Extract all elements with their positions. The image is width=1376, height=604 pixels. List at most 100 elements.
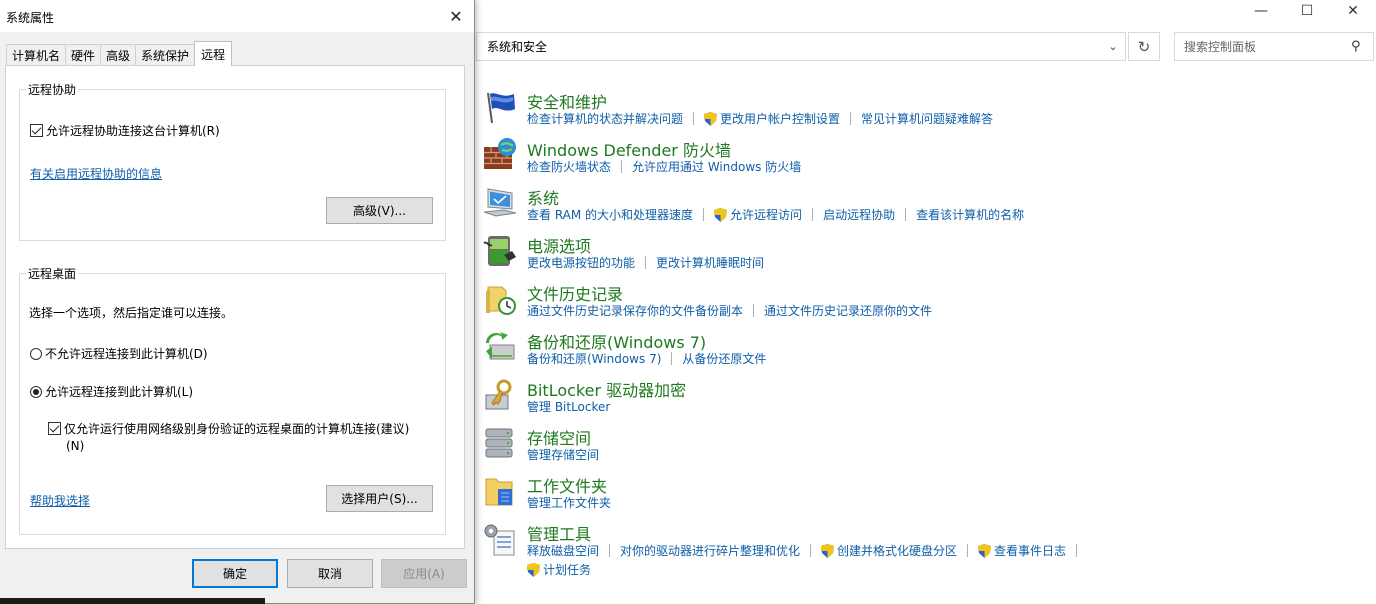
category-links: 管理工作文件夹 <box>527 494 611 511</box>
tab-strip: 计算机名 硬件 高级 系统保护 远程 <box>6 41 233 66</box>
minimize-button[interactable]: — <box>1238 0 1284 22</box>
tab-computer-name[interactable]: 计算机名 <box>6 44 67 66</box>
instruction-text: 选择一个选项，然后指定谁可以连接。 <box>29 306 234 320</box>
refresh-icon: ↻ <box>1137 37 1151 56</box>
chevron-down-icon[interactable]: ⌄ <box>1101 40 1125 53</box>
select-users-button[interactable]: 选择用户(S)... <box>326 485 433 512</box>
maximize-button[interactable]: ☐ <box>1284 0 1330 22</box>
link-view-computer-name[interactable]: 查看该计算机的名称 <box>916 206 1024 223</box>
computer-icon <box>483 188 517 217</box>
link-manage-work-folders[interactable]: 管理工作文件夹 <box>527 494 611 511</box>
radio-unselected[interactable] <box>30 348 42 360</box>
separator <box>671 352 673 365</box>
separator <box>850 112 852 125</box>
dialog-titlebar: 系统属性 ✕ <box>0 0 474 32</box>
link-sleep-time[interactable]: 更改计算机睡眠时间 <box>656 254 764 271</box>
advanced-button[interactable]: 高级(V)... <box>326 197 433 224</box>
link-allow-app-firewall[interactable]: 允许应用通过 Windows 防火墙 <box>632 158 801 175</box>
category-file-history: 文件历史记录 通过文件历史记录保存你的文件备份副本 通过文件历史记录还原你的文件 <box>482 281 1082 327</box>
link-free-disk-space[interactable]: 释放磁盘空间 <box>527 542 599 559</box>
category-links: 管理存储空间 <box>527 446 599 463</box>
tab-advanced[interactable]: 高级 <box>100 44 137 66</box>
taskbar-edge <box>0 598 265 604</box>
flag-icon <box>487 92 515 124</box>
group-label: 远程桌面 <box>26 265 79 282</box>
link-launch-remote-assistance[interactable]: 启动远程协助 <box>823 206 895 223</box>
link-backup-restore[interactable]: 备份和还原(Windows 7) <box>527 350 661 367</box>
link-check-status[interactable]: 检查计算机的状态并解决问题 <box>527 110 683 127</box>
radio-selected[interactable] <box>30 386 42 398</box>
group-label: 远程协助 <box>26 81 79 98</box>
category-firewall: Windows Defender 防火墙 检查防火墙状态 允许应用通过 Wind… <box>482 137 1082 183</box>
search-icon[interactable]: ⚲ <box>1351 39 1373 54</box>
allow-remote-assistance-checkbox[interactable]: 允许远程协助连接这台计算机(R) <box>30 122 220 139</box>
category-admin-tools: 管理工具 释放磁盘空间 对你的驱动器进行碎片整理和优化 创建并格式化硬盘分区 查… <box>482 521 1122 585</box>
link-firewall-status[interactable]: 检查防火墙状态 <box>527 158 611 175</box>
category-links: 查看 RAM 的大小和处理器速度 允许远程访问 启动远程协助 查看该计算机的名称 <box>527 206 1024 223</box>
checkbox-checked[interactable] <box>30 124 43 137</box>
separator <box>812 208 814 221</box>
separator <box>810 544 812 557</box>
close-icon[interactable]: ✕ <box>444 4 468 28</box>
battery-icon <box>483 236 516 266</box>
link-manage-storage-spaces[interactable]: 管理存储空间 <box>527 446 599 463</box>
separator <box>1076 544 1078 557</box>
separator <box>967 544 969 557</box>
backup-icon <box>486 332 515 360</box>
category-links: 更改电源按钮的功能 更改计算机睡眠时间 <box>527 254 764 271</box>
link-troubleshoot[interactable]: 常见计算机问题疑难解答 <box>861 110 993 127</box>
remote-assistance-group: 远程协助 允许远程协助连接这台计算机(R) 有关启用远程协助的信息 高级(V).… <box>19 81 446 241</box>
category-power: 电源选项 更改电源按钮的功能 更改计算机睡眠时间 <box>482 233 1082 279</box>
link-view-ram-cpu[interactable]: 查看 RAM 的大小和处理器速度 <box>527 206 693 223</box>
link-defragment[interactable]: 对你的驱动器进行碎片整理和优化 <box>620 542 800 559</box>
close-window-button[interactable]: ✕ <box>1330 0 1376 22</box>
tab-hardware[interactable]: 硬件 <box>65 44 102 66</box>
category-backup-restore: 备份和还原(Windows 7) 备份和还原(Windows 7) 从备份还原文… <box>482 329 1082 375</box>
refresh-button[interactable]: ↻ <box>1128 32 1160 61</box>
caption-buttons: — ☐ ✕ <box>1238 0 1376 22</box>
separator <box>693 112 695 125</box>
address-bar[interactable]: 系统和安全 ⌄ <box>476 32 1126 61</box>
radio-deny-remote[interactable]: 不允许远程连接到此计算机(D) <box>30 345 208 362</box>
link-save-backup[interactable]: 通过文件历史记录保存你的文件备份副本 <box>527 302 743 319</box>
ok-button[interactable]: 确定 <box>192 559 278 588</box>
search-input[interactable]: 搜索控制面板 ⚲ <box>1174 32 1374 61</box>
apply-button[interactable]: 应用(A) <box>381 559 467 588</box>
nla-checkbox[interactable]: 仅允许运行使用网络级别身份验证的远程桌面的计算机连接(建议) (N) <box>48 421 409 455</box>
category-links: 释放磁盘空间 对你的驱动器进行碎片整理和优化 创建并格式化硬盘分区 查看事件日志 <box>527 542 1087 559</box>
tab-system-protection[interactable]: 系统保护 <box>135 44 196 66</box>
remote-tab-panel: 远程协助 允许远程协助连接这台计算机(R) 有关启用远程协助的信息 高级(V).… <box>5 65 465 549</box>
uac-shield-icon <box>714 207 728 222</box>
link-allow-remote-access[interactable]: 允许远程访问 <box>730 206 802 223</box>
link-schedule-tasks[interactable]: 计划任务 <box>543 561 591 578</box>
link-uac-settings[interactable]: 更改用户帐户控制设置 <box>720 110 840 127</box>
checkbox-label-line2: (N) <box>66 439 85 453</box>
category-security-maintenance: 安全和维护 检查计算机的状态并解决问题 更改用户帐户控制设置 常见计算机问题疑难… <box>482 89 1082 135</box>
uac-shield-icon <box>527 562 540 577</box>
tab-remote[interactable]: 远程 <box>194 41 233 66</box>
separator <box>609 544 611 557</box>
category-links: 通过文件历史记录保存你的文件备份副本 通过文件历史记录还原你的文件 <box>527 302 932 319</box>
remote-desktop-group: 远程桌面 选择一个选项，然后指定谁可以连接。 不允许远程连接到此计算机(D) 允… <box>19 265 446 535</box>
link-restore-files[interactable]: 通过文件历史记录还原你的文件 <box>764 302 932 319</box>
link-view-event-logs[interactable]: 查看事件日志 <box>994 542 1066 559</box>
radio-label: 不允许远程连接到此计算机(D) <box>45 347 208 361</box>
link-manage-bitlocker[interactable]: 管理 BitLocker <box>527 398 610 415</box>
separator <box>753 304 755 317</box>
link-create-format-partitions[interactable]: 创建并格式化硬盘分区 <box>837 542 957 559</box>
cancel-button[interactable]: 取消 <box>287 559 373 588</box>
radio-label: 允许远程连接到此计算机(L) <box>45 385 194 399</box>
dialog-title: 系统属性 <box>6 11 55 25</box>
category-links: 管理 BitLocker <box>527 398 610 415</box>
radio-allow-remote[interactable]: 允许远程连接到此计算机(L) <box>30 383 193 400</box>
file-history-icon <box>486 286 516 315</box>
search-placeholder: 搜索控制面板 <box>1184 40 1257 54</box>
storage-spaces-icon <box>485 428 513 458</box>
uac-shield-icon <box>821 543 835 558</box>
checkbox-checked[interactable] <box>48 422 61 435</box>
link-restore-from-backup[interactable]: 从备份还原文件 <box>682 350 766 367</box>
work-folder-icon <box>485 478 513 506</box>
help-me-choose-link[interactable]: 帮助我选择 <box>30 492 90 509</box>
link-power-button[interactable]: 更改电源按钮的功能 <box>527 254 635 271</box>
remote-assistance-info-link[interactable]: 有关启用远程协助的信息 <box>30 165 162 182</box>
